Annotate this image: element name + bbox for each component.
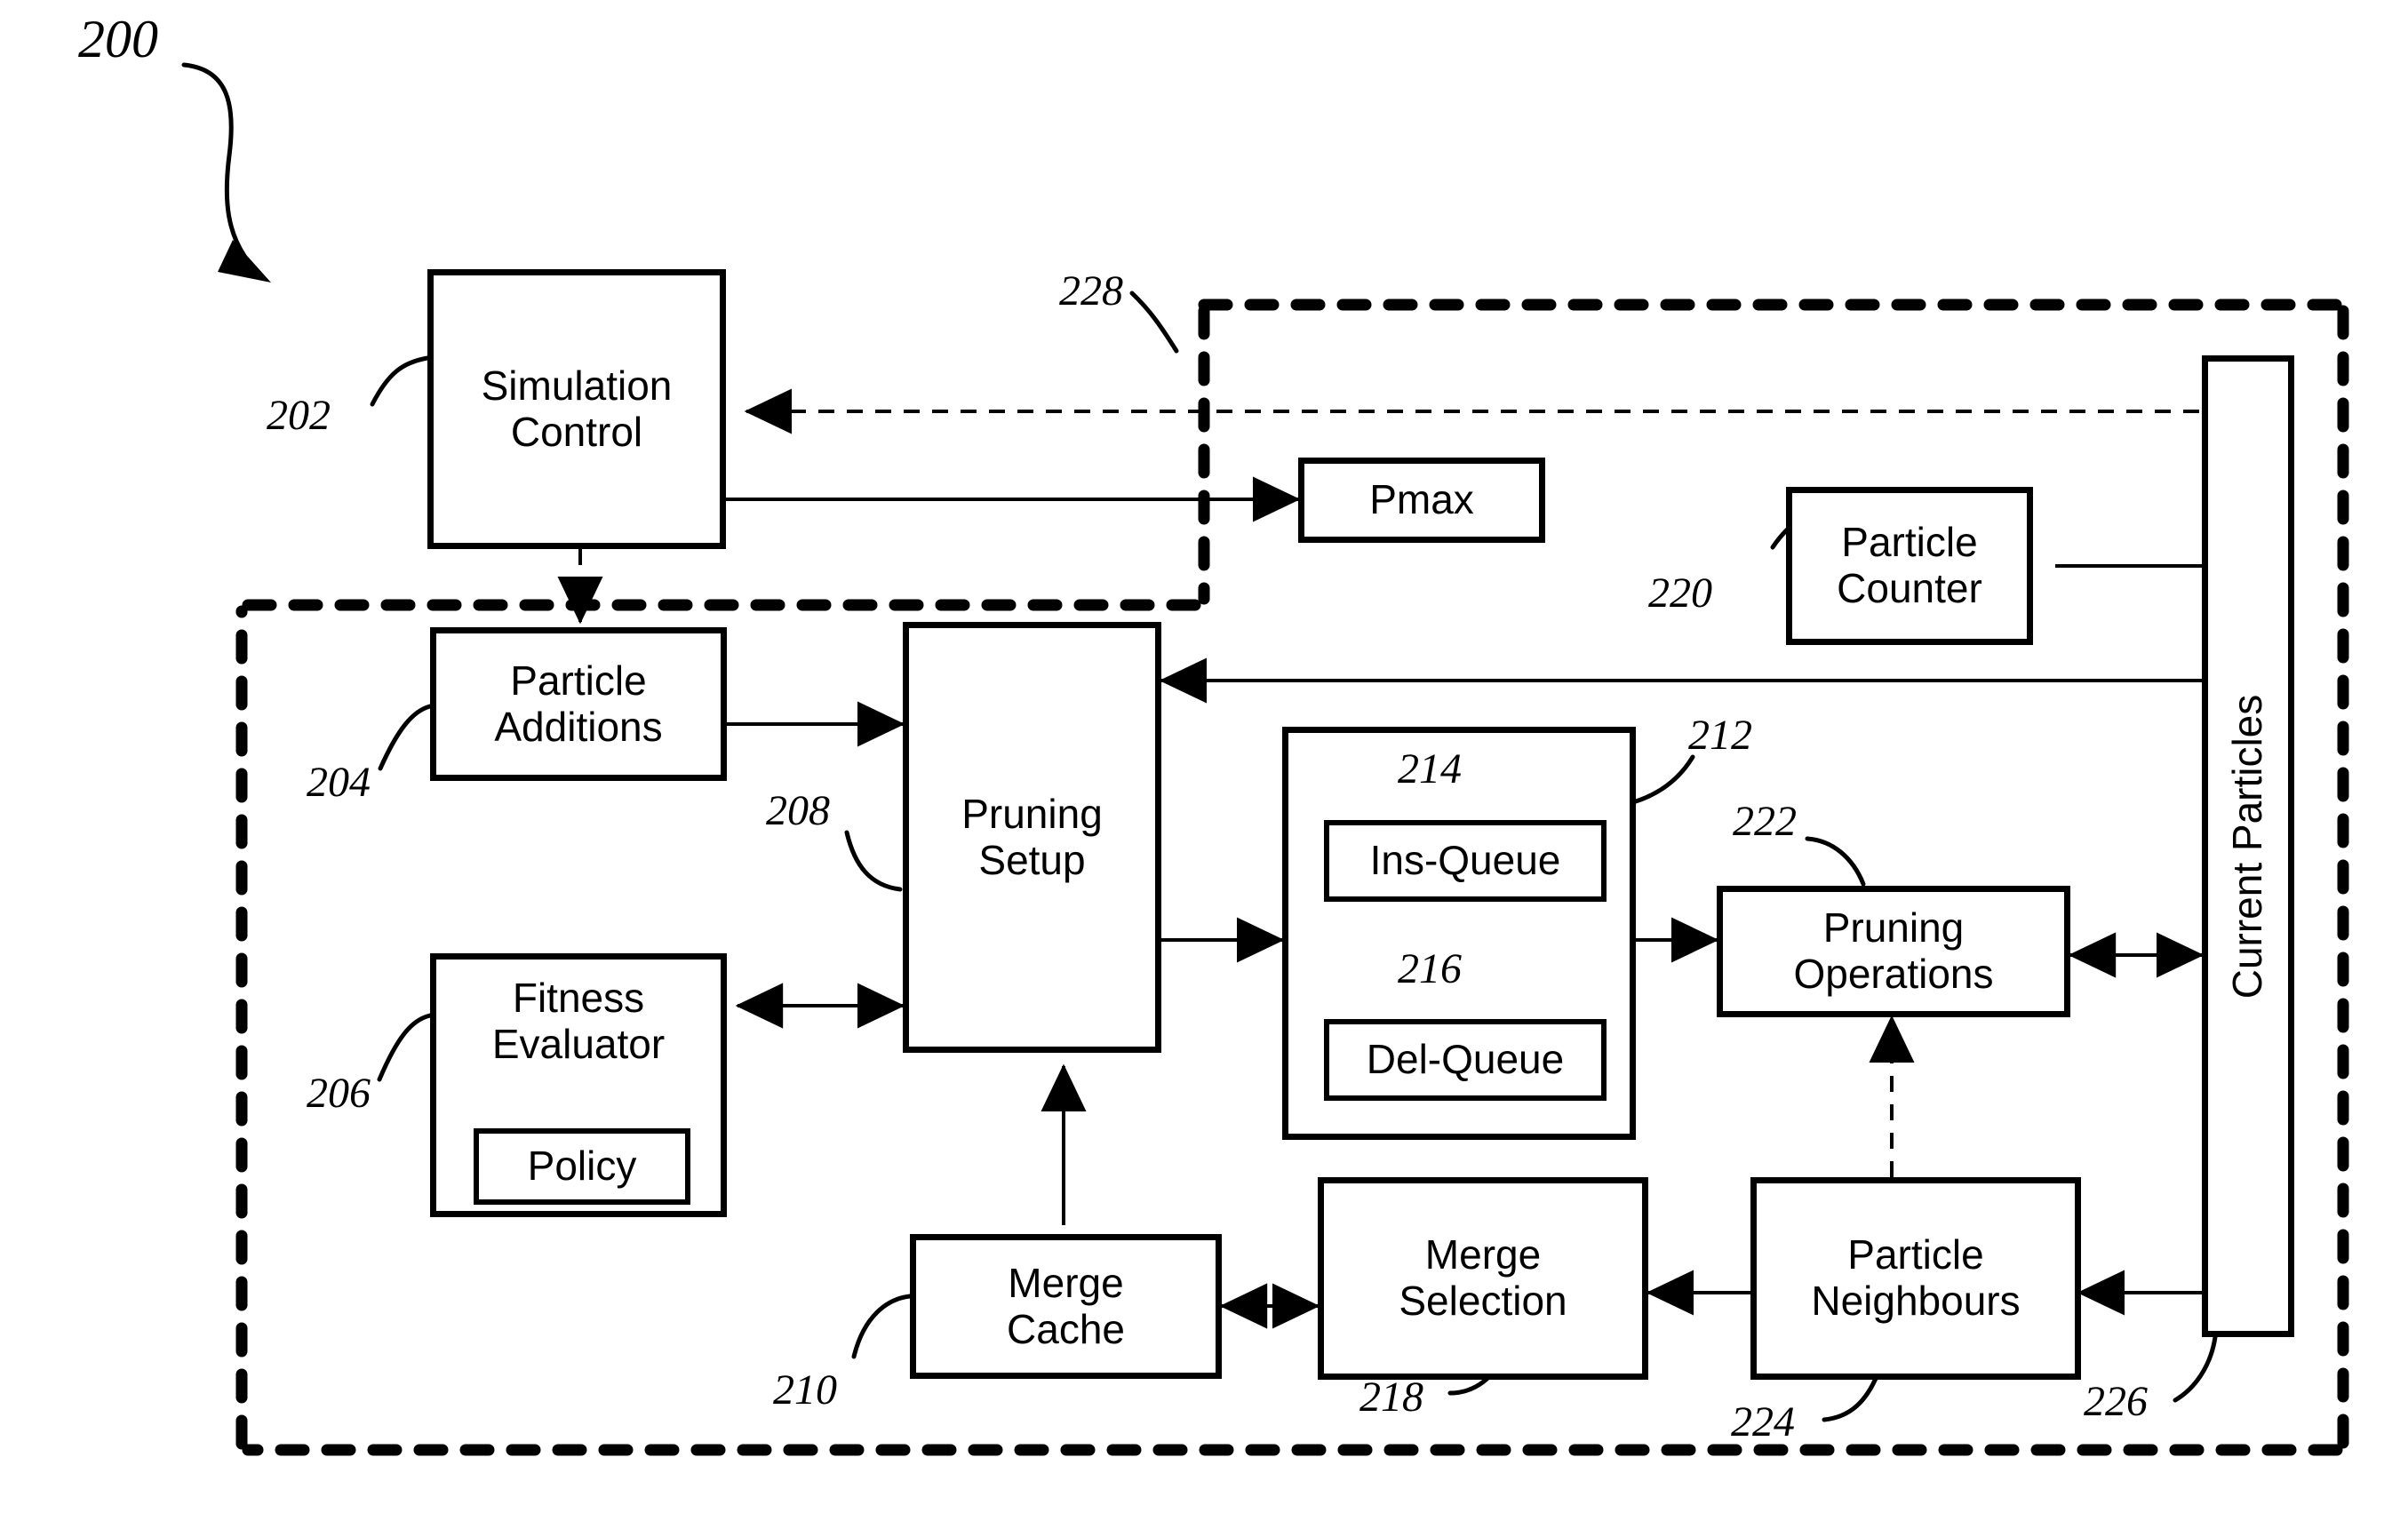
- block-ins-queue[interactable]: Ins-Queue: [1324, 820, 1607, 902]
- block-current-particles[interactable]: Current Particles: [2202, 355, 2294, 1337]
- leader-200-arrowhead: [218, 240, 271, 283]
- leader-208: [844, 830, 903, 892]
- current-particles-label: Current Particles: [2224, 694, 2271, 999]
- block-merge-selection[interactable]: Merge Selection: [1318, 1177, 1648, 1380]
- ref-220: 220: [1648, 569, 1712, 617]
- block-policy[interactable]: Policy: [474, 1128, 690, 1205]
- leader-204: [378, 704, 433, 771]
- block-particle-additions[interactable]: Particle Additions: [430, 627, 727, 781]
- ref-202: 202: [267, 392, 331, 439]
- fitness-evaluator-label: Fitness Evaluator: [491, 975, 666, 1067]
- ref-224: 224: [1731, 1398, 1795, 1445]
- leader-210: [851, 1294, 913, 1359]
- leader-202: [370, 355, 430, 407]
- ref-216: 216: [1398, 945, 1462, 992]
- ref-206: 206: [307, 1070, 371, 1117]
- ref-210: 210: [773, 1366, 837, 1413]
- ref-212: 212: [1688, 712, 1752, 759]
- ref-204: 204: [307, 759, 371, 806]
- block-pruning-operations[interactable]: Pruning Operations: [1717, 886, 2070, 1017]
- leader-224: [1822, 1372, 1880, 1422]
- block-pruning-setup[interactable]: Pruning Setup: [903, 622, 1161, 1053]
- ref-208: 208: [766, 787, 830, 834]
- block-particle-counter[interactable]: Particle Counter: [1786, 487, 2033, 645]
- ref-226: 226: [2084, 1378, 2148, 1425]
- patent-figure-200: 200 202 228 204 206 208 210 212 214 216 …: [0, 0, 2408, 1521]
- block-pmax[interactable]: Pmax: [1298, 458, 1545, 543]
- leader-228: [1129, 291, 1179, 354]
- leader-212: [1631, 754, 1695, 805]
- block-del-queue[interactable]: Del-Queue: [1324, 1019, 1607, 1101]
- ref-214: 214: [1398, 745, 1462, 792]
- block-merge-cache[interactable]: Merge Cache: [910, 1234, 1222, 1379]
- ref-218: 218: [1359, 1374, 1423, 1421]
- ref-228: 228: [1059, 267, 1123, 315]
- leader-200: [181, 62, 247, 259]
- leader-222: [1805, 836, 1866, 887]
- leader-206: [377, 1013, 433, 1082]
- ref-222: 222: [1733, 798, 1797, 845]
- ref-200: 200: [78, 10, 158, 68]
- block-simulation-control[interactable]: Simulation Control: [427, 269, 726, 549]
- block-fitness-evaluator[interactable]: Fitness Evaluator Policy: [430, 953, 727, 1217]
- leader-226: [2173, 1334, 2218, 1403]
- block-particle-neighbours[interactable]: Particle Neighbours: [1750, 1177, 2081, 1380]
